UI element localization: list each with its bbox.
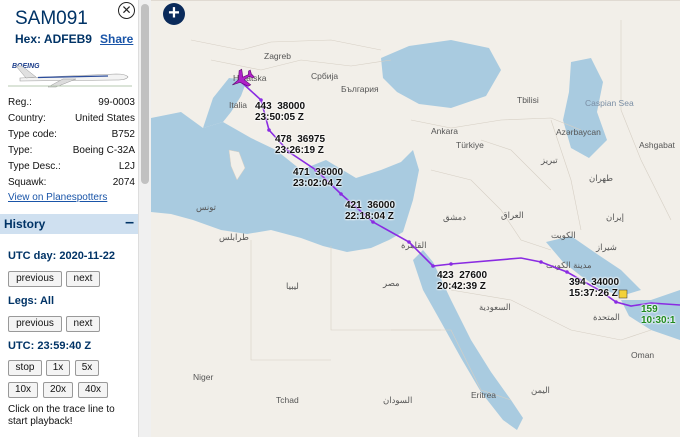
- speed-1x-button[interactable]: 1x: [46, 360, 70, 376]
- speed-5x-button[interactable]: 5x: [75, 360, 99, 376]
- track-label-2: 478 36975 23:26:19 Z: [275, 134, 326, 156]
- info-row: Type code: B752: [8, 129, 135, 142]
- speed-20x-button[interactable]: 20x: [43, 382, 73, 398]
- playback-help-text: Click on the trace line to start playbac…: [8, 404, 115, 427]
- info-row: Country: United States: [8, 113, 135, 126]
- info-value: Boeing C-32A: [72, 145, 135, 156]
- info-label: Reg.:: [8, 97, 32, 108]
- info-value: L2J: [118, 161, 135, 172]
- speed-40x-button[interactable]: 40x: [78, 382, 108, 398]
- aircraft-photo: BOEING: [8, 58, 132, 90]
- day-next-button[interactable]: next: [66, 271, 100, 287]
- track-label-1: 443 38000 23:50:05 Z: [255, 101, 306, 123]
- history-title: History: [4, 217, 46, 231]
- share-link[interactable]: Share: [100, 32, 133, 46]
- info-row: Type Desc.: L2J: [8, 161, 135, 174]
- track-label-5: 423 27600 20:42:39 Z: [437, 270, 488, 292]
- speed-10x-button[interactable]: 10x: [8, 382, 38, 398]
- track-label-7: 159 10:30:1: [641, 304, 676, 326]
- track-label-3: 471 36000 23:02:04 Z: [293, 167, 344, 189]
- utc-time-label: UTC: 23:59:40 Z: [8, 340, 92, 352]
- aircraft-info-panel: SAM091 ✕ Hex: ADFEB9 Share BOEING Reg.: 9…: [0, 0, 138, 437]
- close-icon[interactable]: ✕: [118, 2, 135, 19]
- leg-next-button[interactable]: next: [66, 316, 100, 332]
- info-label: Type:: [8, 145, 33, 156]
- hex-row: Hex: ADFEB9: [15, 32, 92, 46]
- airport-marker: [618, 289, 628, 299]
- history-header[interactable]: History –: [0, 214, 138, 234]
- collapse-icon[interactable]: –: [125, 214, 134, 232]
- info-label: Country:: [8, 113, 46, 124]
- info-row: Type: Boeing C-32A: [8, 145, 135, 158]
- hex-value: ADFEB9: [43, 32, 92, 46]
- day-previous-button[interactable]: previous: [8, 271, 62, 287]
- track-label-6: 394 34000 15:37:26 Z: [569, 277, 620, 299]
- info-value: United States: [74, 113, 135, 124]
- sidebar-scrollbar[interactable]: [138, 0, 151, 437]
- flight-track: [232, 68, 680, 307]
- track-label-4: 421 36000 22:18:04 Z: [345, 200, 396, 222]
- info-row: Reg.: 99-0003: [8, 97, 135, 110]
- utc-day-label: UTC day: 2020-11-22: [8, 250, 115, 262]
- scroll-thumb[interactable]: [141, 4, 149, 184]
- legs-label: Legs: All: [8, 295, 55, 307]
- info-value: 2074: [112, 177, 135, 188]
- info-label: Squawk:: [8, 177, 47, 188]
- info-value: 99-0003: [98, 97, 135, 108]
- leg-previous-button[interactable]: previous: [8, 316, 62, 332]
- hex-label: Hex:: [15, 32, 42, 46]
- info-row: Squawk: 2074: [8, 177, 135, 190]
- planespotters-link[interactable]: View on Planespotters: [8, 192, 107, 203]
- aircraft-position-icon: [232, 68, 255, 87]
- playback-stop-button[interactable]: stop: [8, 360, 42, 376]
- callsign-title: SAM091: [15, 8, 88, 29]
- info-value: B752: [111, 129, 135, 140]
- info-label: Type Desc.:: [8, 161, 61, 172]
- map-view[interactable]: + Hrvatska Zagreb Србија България Italia…: [151, 0, 680, 437]
- info-label: Type code:: [8, 129, 57, 140]
